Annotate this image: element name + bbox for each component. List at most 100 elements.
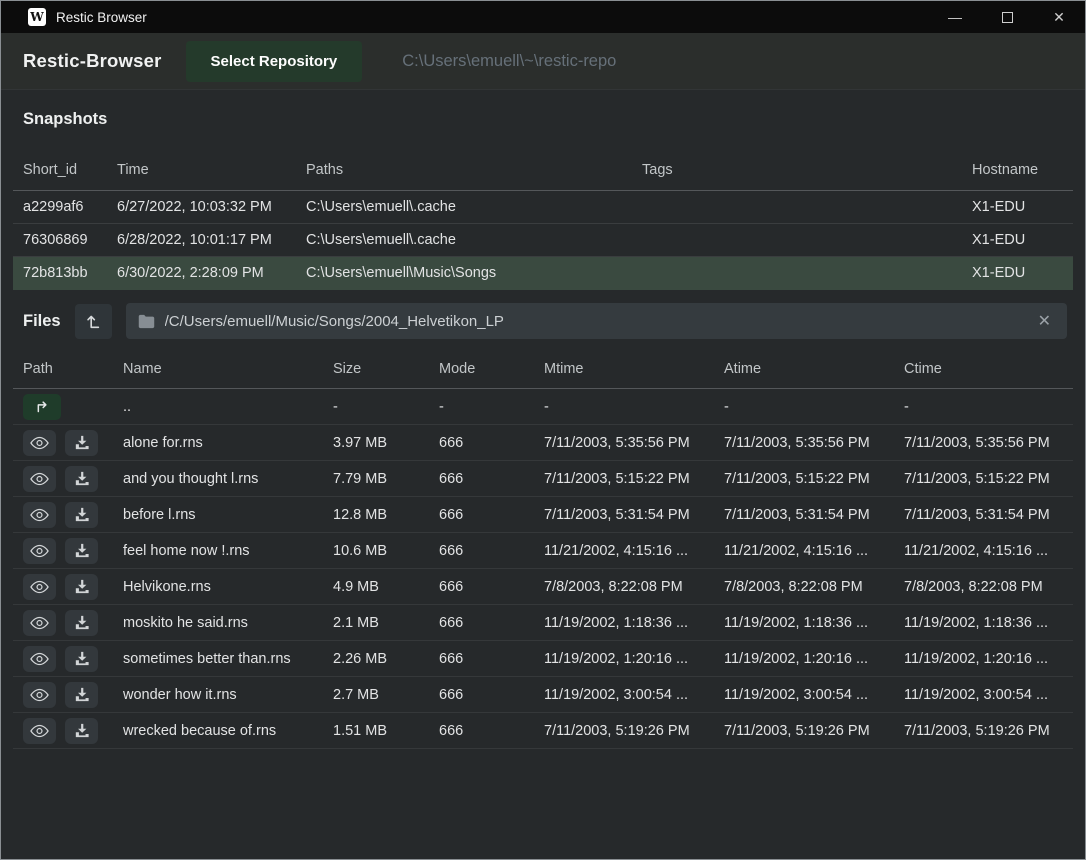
files-bar: Files /C/Users/emuell/Music/Songs/2004_H…: [23, 303, 1067, 339]
close-button[interactable]: ✕: [1033, 1, 1085, 33]
snapshot-time: 6/30/2022, 2:28:09 PM: [107, 265, 296, 281]
file-ctime: 7/11/2003, 5:15:22 PM: [894, 471, 1073, 487]
download-file-button[interactable]: [65, 682, 98, 708]
file-row[interactable]: and you thought l.rns 7.79 MB 666 7/11/2…: [13, 461, 1073, 497]
snapshot-row[interactable]: 76306869 6/28/2022, 10:01:17 PM C:\Users…: [13, 224, 1073, 257]
col-time: Time: [107, 162, 296, 178]
parent-dir-button[interactable]: [23, 394, 61, 420]
file-row[interactable]: sometimes better than.rns 2.26 MB 666 11…: [13, 641, 1073, 677]
clear-path-icon[interactable]: ✕: [1034, 311, 1055, 331]
file-atime: 11/19/2002, 3:00:54 ...: [714, 687, 894, 703]
snapshot-time: 6/27/2022, 10:03:32 PM: [107, 199, 296, 215]
download-file-button[interactable]: [65, 574, 98, 600]
files-table: Path Name Size Mode Mtime Atime Ctime ..…: [13, 349, 1073, 749]
file-atime: 7/8/2003, 8:22:08 PM: [714, 579, 894, 595]
preview-file-button[interactable]: [23, 574, 56, 600]
file-row[interactable]: Helvikone.rns 4.9 MB 666 7/8/2003, 8:22:…: [13, 569, 1073, 605]
eye-icon: [30, 544, 49, 558]
file-mode: 666: [429, 651, 534, 667]
download-file-button[interactable]: [65, 718, 98, 744]
file-size: 2.7 MB: [323, 687, 429, 703]
snapshot-row[interactable]: a2299af6 6/27/2022, 10:03:32 PM C:\Users…: [13, 191, 1073, 224]
maximize-button[interactable]: [981, 1, 1033, 33]
col-tags: Tags: [632, 162, 962, 178]
preview-file-button[interactable]: [23, 646, 56, 672]
file-size: 2.26 MB: [323, 651, 429, 667]
goto-root-button[interactable]: [75, 304, 112, 339]
file-mode: 666: [429, 471, 534, 487]
file-mtime: -: [534, 399, 714, 415]
app-window: W Restic Browser — ✕ Restic-Browser Sele…: [0, 0, 1086, 860]
eye-icon: [30, 688, 49, 702]
download-file-button[interactable]: [65, 538, 98, 564]
current-path-input[interactable]: /C/Users/emuell/Music/Songs/2004_Helveti…: [126, 303, 1067, 339]
col-short-id: Short_id: [13, 162, 107, 178]
download-icon: [74, 723, 90, 738]
app-title: Restic-Browser: [23, 50, 162, 72]
app-header: Restic-Browser Select Repository C:\User…: [1, 33, 1085, 89]
snapshot-time: 6/28/2022, 10:01:17 PM: [107, 232, 296, 248]
col-ctime: Ctime: [894, 361, 1073, 377]
preview-file-button[interactable]: [23, 718, 56, 744]
preview-file-button[interactable]: [23, 682, 56, 708]
file-ctime: 11/21/2002, 4:15:16 ...: [894, 543, 1073, 559]
file-mode: 666: [429, 579, 534, 595]
download-file-button[interactable]: [65, 610, 98, 636]
close-icon: ✕: [1053, 9, 1065, 26]
file-mode: 666: [429, 435, 534, 451]
file-size: 4.9 MB: [323, 579, 429, 595]
eye-icon: [30, 472, 49, 486]
file-row[interactable]: before l.rns 12.8 MB 666 7/11/2003, 5:31…: [13, 497, 1073, 533]
file-atime: 7/11/2003, 5:31:54 PM: [714, 507, 894, 523]
download-icon: [74, 507, 90, 522]
file-mtime: 11/19/2002, 1:18:36 ...: [534, 615, 714, 631]
file-row[interactable]: wonder how it.rns 2.7 MB 666 11/19/2002,…: [13, 677, 1073, 713]
root-arrow-icon: [84, 312, 102, 330]
preview-file-button[interactable]: [23, 466, 56, 492]
snapshot-short-id: a2299af6: [13, 199, 107, 215]
window-title: Restic Browser: [56, 10, 147, 25]
file-atime: 7/11/2003, 5:35:56 PM: [714, 435, 894, 451]
file-name: and you thought l.rns: [113, 471, 323, 487]
file-size: 10.6 MB: [323, 543, 429, 559]
files-rows: .. - - - - - alone for.rns 3.97 MB: [13, 389, 1073, 749]
download-file-button[interactable]: [65, 646, 98, 672]
file-atime: -: [714, 399, 894, 415]
file-row[interactable]: feel home now !.rns 10.6 MB 666 11/21/20…: [13, 533, 1073, 569]
snapshot-paths: C:\Users\emuell\.cache: [296, 232, 632, 248]
download-file-button[interactable]: [65, 466, 98, 492]
snapshot-row[interactable]: 72b813bb 6/30/2022, 2:28:09 PM C:\Users\…: [13, 257, 1073, 290]
file-ctime: 7/11/2003, 5:35:56 PM: [894, 435, 1073, 451]
col-path: Path: [13, 361, 113, 377]
select-repository-button[interactable]: Select Repository: [186, 41, 363, 82]
file-row[interactable]: moskito he said.rns 2.1 MB 666 11/19/200…: [13, 605, 1073, 641]
file-ctime: 11/19/2002, 1:18:36 ...: [894, 615, 1073, 631]
snapshot-paths: C:\Users\emuell\Music\Songs: [296, 265, 632, 281]
preview-file-button[interactable]: [23, 538, 56, 564]
repository-path: C:\Users\emuell\~\restic-repo: [402, 52, 616, 71]
folder-icon: [138, 314, 155, 329]
preview-file-button[interactable]: [23, 610, 56, 636]
file-name: moskito he said.rns: [113, 615, 323, 631]
preview-file-button[interactable]: [23, 502, 56, 528]
preview-file-button[interactable]: [23, 430, 56, 456]
file-size: 2.1 MB: [323, 615, 429, 631]
file-name: before l.rns: [113, 507, 323, 523]
file-row[interactable]: wrecked because of.rns 1.51 MB 666 7/11/…: [13, 713, 1073, 749]
download-file-button[interactable]: [65, 430, 98, 456]
file-size: 3.97 MB: [323, 435, 429, 451]
parent-dir-row[interactable]: .. - - - - -: [13, 389, 1073, 425]
file-ctime: 7/11/2003, 5:31:54 PM: [894, 507, 1073, 523]
file-row[interactable]: alone for.rns 3.97 MB 666 7/11/2003, 5:3…: [13, 425, 1073, 461]
file-atime: 7/11/2003, 5:15:22 PM: [714, 471, 894, 487]
snapshots-title: Snapshots: [23, 110, 107, 129]
file-mtime: 11/19/2002, 1:20:16 ...: [534, 651, 714, 667]
snapshot-paths: C:\Users\emuell\.cache: [296, 199, 632, 215]
file-mtime: 7/11/2003, 5:35:56 PM: [534, 435, 714, 451]
file-mtime: 11/21/2002, 4:15:16 ...: [534, 543, 714, 559]
col-name: Name: [113, 361, 323, 377]
eye-icon: [30, 724, 49, 738]
minimize-button[interactable]: —: [929, 1, 981, 33]
col-hostname: Hostname: [962, 162, 1073, 178]
download-file-button[interactable]: [65, 502, 98, 528]
